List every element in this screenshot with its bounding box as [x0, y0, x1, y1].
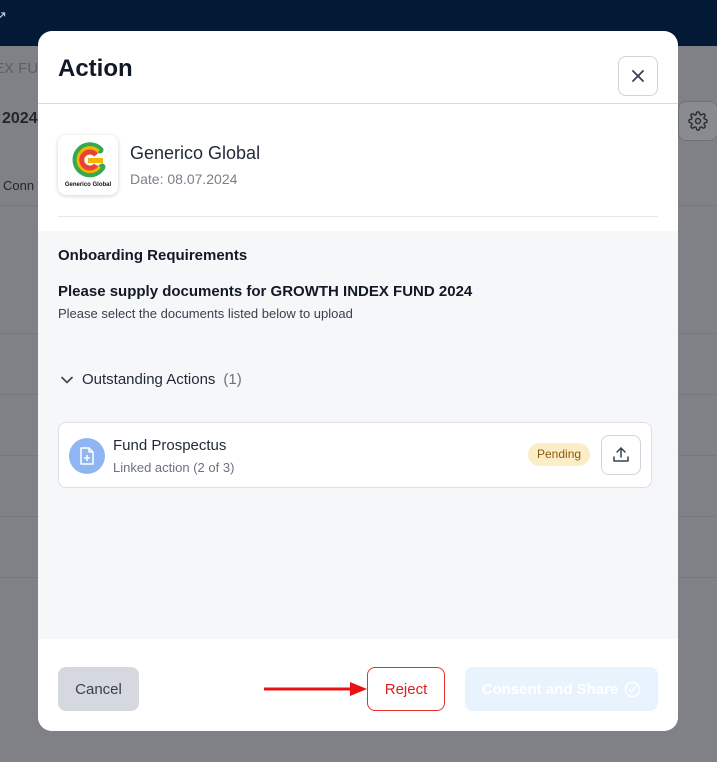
supply-title: Please supply documents for GROWTH INDEX…	[58, 283, 473, 300]
company-logo: Generico Global	[58, 135, 118, 195]
annotation-arrow	[264, 682, 367, 696]
cancel-button[interactable]: Cancel	[58, 667, 139, 711]
logo-wordmark: Generico Global	[64, 182, 112, 188]
requirements-heading: Onboarding Requirements	[58, 247, 248, 264]
action-item-title: Fund Prospectus	[113, 437, 227, 454]
check-circle-icon	[625, 681, 641, 697]
close-icon	[632, 70, 644, 82]
chevron-down-icon	[61, 376, 73, 384]
background-title: 2024	[2, 110, 38, 127]
action-item-card[interactable]: Fund Prospectus Linked action (2 of 3) P…	[58, 422, 652, 488]
requirements-panel: Onboarding Requirements Please supply do…	[38, 231, 678, 639]
settings-gear-button	[678, 101, 717, 141]
reject-button[interactable]: Reject	[367, 667, 445, 711]
upload-icon	[613, 447, 629, 462]
background-column-header: Conn	[3, 178, 35, 193]
upload-button[interactable]	[601, 435, 641, 475]
document-add-icon	[69, 438, 105, 474]
supply-subtitle: Please select the documents listed below…	[58, 306, 353, 321]
company-info: Generico Global Generico Global Date: 08…	[58, 135, 658, 217]
modal-title: Action	[58, 55, 133, 82]
outstanding-actions-count: (1)	[223, 371, 242, 388]
action-item-subtitle: Linked action (2 of 3)	[113, 460, 235, 475]
close-button[interactable]	[618, 56, 658, 96]
outstanding-actions-label: Outstanding Actions	[82, 371, 216, 388]
consent-and-share-button[interactable]: Consent and Share	[465, 667, 658, 711]
company-name: Generico Global	[130, 143, 261, 163]
action-modal: Action Generico Global Generico Global D…	[38, 31, 678, 731]
external-link-icon: ↗	[0, 8, 7, 23]
company-date: Date: 08.07.2024	[130, 171, 238, 187]
generico-logo-icon	[72, 142, 106, 178]
consent-and-share-label: Consent and Share	[481, 680, 619, 698]
status-badge: Pending	[528, 443, 591, 466]
gear-icon	[688, 111, 708, 131]
outstanding-actions-toggle[interactable]: Outstanding Actions (1)	[60, 371, 242, 388]
modal-header: Action	[38, 31, 678, 104]
